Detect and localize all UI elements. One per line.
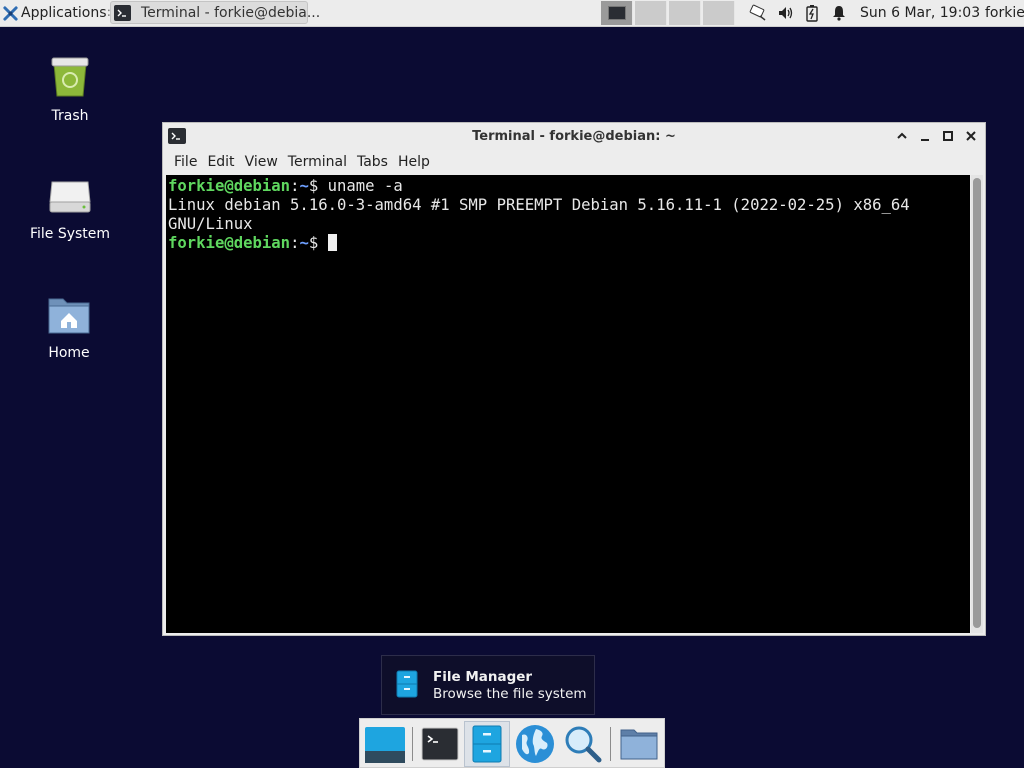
prompt-dollar: $ — [308, 234, 328, 252]
window-titlebar[interactable]: Terminal - forkie@debian: ~ — [163, 123, 985, 150]
scrollbar-thumb[interactable] — [973, 178, 981, 628]
dock-separator — [412, 727, 413, 761]
dock-file-manager[interactable] — [464, 721, 510, 767]
clock[interactable]: Sun 6 Mar, 19:03 — [860, 0, 980, 26]
terminal-window[interactable]: Terminal - forkie@debian: ~ File Edit Vi… — [162, 122, 986, 636]
dock — [359, 718, 665, 768]
output-line: Linux debian 5.16.0-3-amd64 #1 SMP PREEM… — [168, 196, 910, 214]
file-manager-tooltip: File Manager Browse the file system — [381, 655, 595, 715]
file-cabinet-icon — [472, 725, 502, 763]
desktop-icon-trash[interactable]: Trash — [15, 52, 125, 124]
dock-terminal[interactable] — [417, 721, 463, 767]
notification-bell-icon[interactable] — [828, 0, 850, 26]
magnifier-icon — [565, 726, 602, 763]
output-line: GNU/Linux — [168, 215, 253, 233]
battery-icon[interactable] — [801, 0, 823, 26]
menu-edit[interactable]: Edit — [207, 154, 234, 170]
terminal-output[interactable]: forkie@debian:~$ uname -a Linux debian 5… — [166, 175, 970, 633]
top-panel: Applications ∷ Terminal - forkie@debia..… — [0, 0, 1024, 27]
vertical-scrollbar[interactable] — [971, 175, 983, 633]
minimize-button[interactable] — [916, 127, 934, 145]
dock-home-folder[interactable] — [616, 721, 662, 767]
file-cabinet-icon — [396, 670, 418, 698]
show-desktop-icon — [365, 727, 405, 763]
desktop-icon-label: Home — [48, 345, 90, 361]
trash-icon — [51, 57, 89, 97]
taskbar-terminal-button[interactable]: Terminal - forkie@debia... — [110, 1, 320, 24]
workspace-3[interactable] — [669, 1, 701, 25]
text-cursor — [327, 234, 337, 251]
terminal-icon — [114, 4, 131, 21]
xfce-logo-icon — [3, 5, 18, 21]
volume-icon[interactable] — [775, 0, 797, 26]
tooltip-title: File Manager — [433, 669, 533, 685]
workspace-window-thumbnail — [608, 6, 626, 20]
prompt-path: ~ — [299, 234, 309, 252]
taskbar-terminal-label: Terminal - forkie@debia... — [141, 4, 321, 21]
tooltip-subtitle: Browse the file system — [433, 686, 587, 702]
desktop-icon-label: Trash — [51, 108, 89, 124]
dock-separator — [610, 727, 611, 761]
hard-drive-icon — [49, 181, 91, 213]
menu-file[interactable]: File — [174, 154, 197, 170]
desktop-icon-home[interactable]: Home — [14, 293, 124, 361]
menu-help[interactable]: Help — [398, 154, 430, 170]
menu-tabs[interactable]: Tabs — [357, 154, 388, 170]
command-text: uname -a — [327, 177, 403, 195]
menu-bar: File Edit View Terminal Tabs Help — [163, 151, 985, 173]
applications-label: Applications — [21, 5, 107, 21]
prompt-user: forkie@debian — [168, 234, 291, 252]
home-folder-icon — [48, 298, 90, 334]
terminal-icon — [421, 727, 459, 761]
shade-button[interactable] — [893, 127, 911, 145]
window-title: Terminal - forkie@debian: ~ — [472, 129, 676, 144]
network-icon[interactable] — [746, 0, 770, 26]
prompt-dollar: $ — [308, 177, 328, 195]
workspace-4[interactable] — [703, 1, 735, 25]
workspace-1[interactable] — [601, 1, 633, 25]
close-button[interactable] — [962, 127, 980, 145]
dock-web-browser[interactable] — [512, 721, 558, 767]
prompt-path: ~ — [299, 177, 309, 195]
menu-view[interactable]: View — [245, 154, 278, 170]
dock-app-finder[interactable] — [560, 721, 606, 767]
folder-icon — [620, 729, 658, 760]
applications-menu-button[interactable]: Applications ∷ — [0, 0, 119, 26]
desktop-icon-file-system[interactable]: File System — [15, 174, 125, 242]
workspace-2[interactable] — [635, 1, 667, 25]
desktop-icon-label: File System — [29, 226, 111, 242]
globe-icon — [516, 725, 554, 763]
prompt-user: forkie@debian — [168, 177, 291, 195]
menu-terminal[interactable]: Terminal — [288, 154, 347, 170]
maximize-button[interactable] — [939, 127, 957, 145]
dock-show-desktop[interactable] — [362, 721, 408, 767]
user-menu[interactable]: forkie — [985, 0, 1024, 26]
